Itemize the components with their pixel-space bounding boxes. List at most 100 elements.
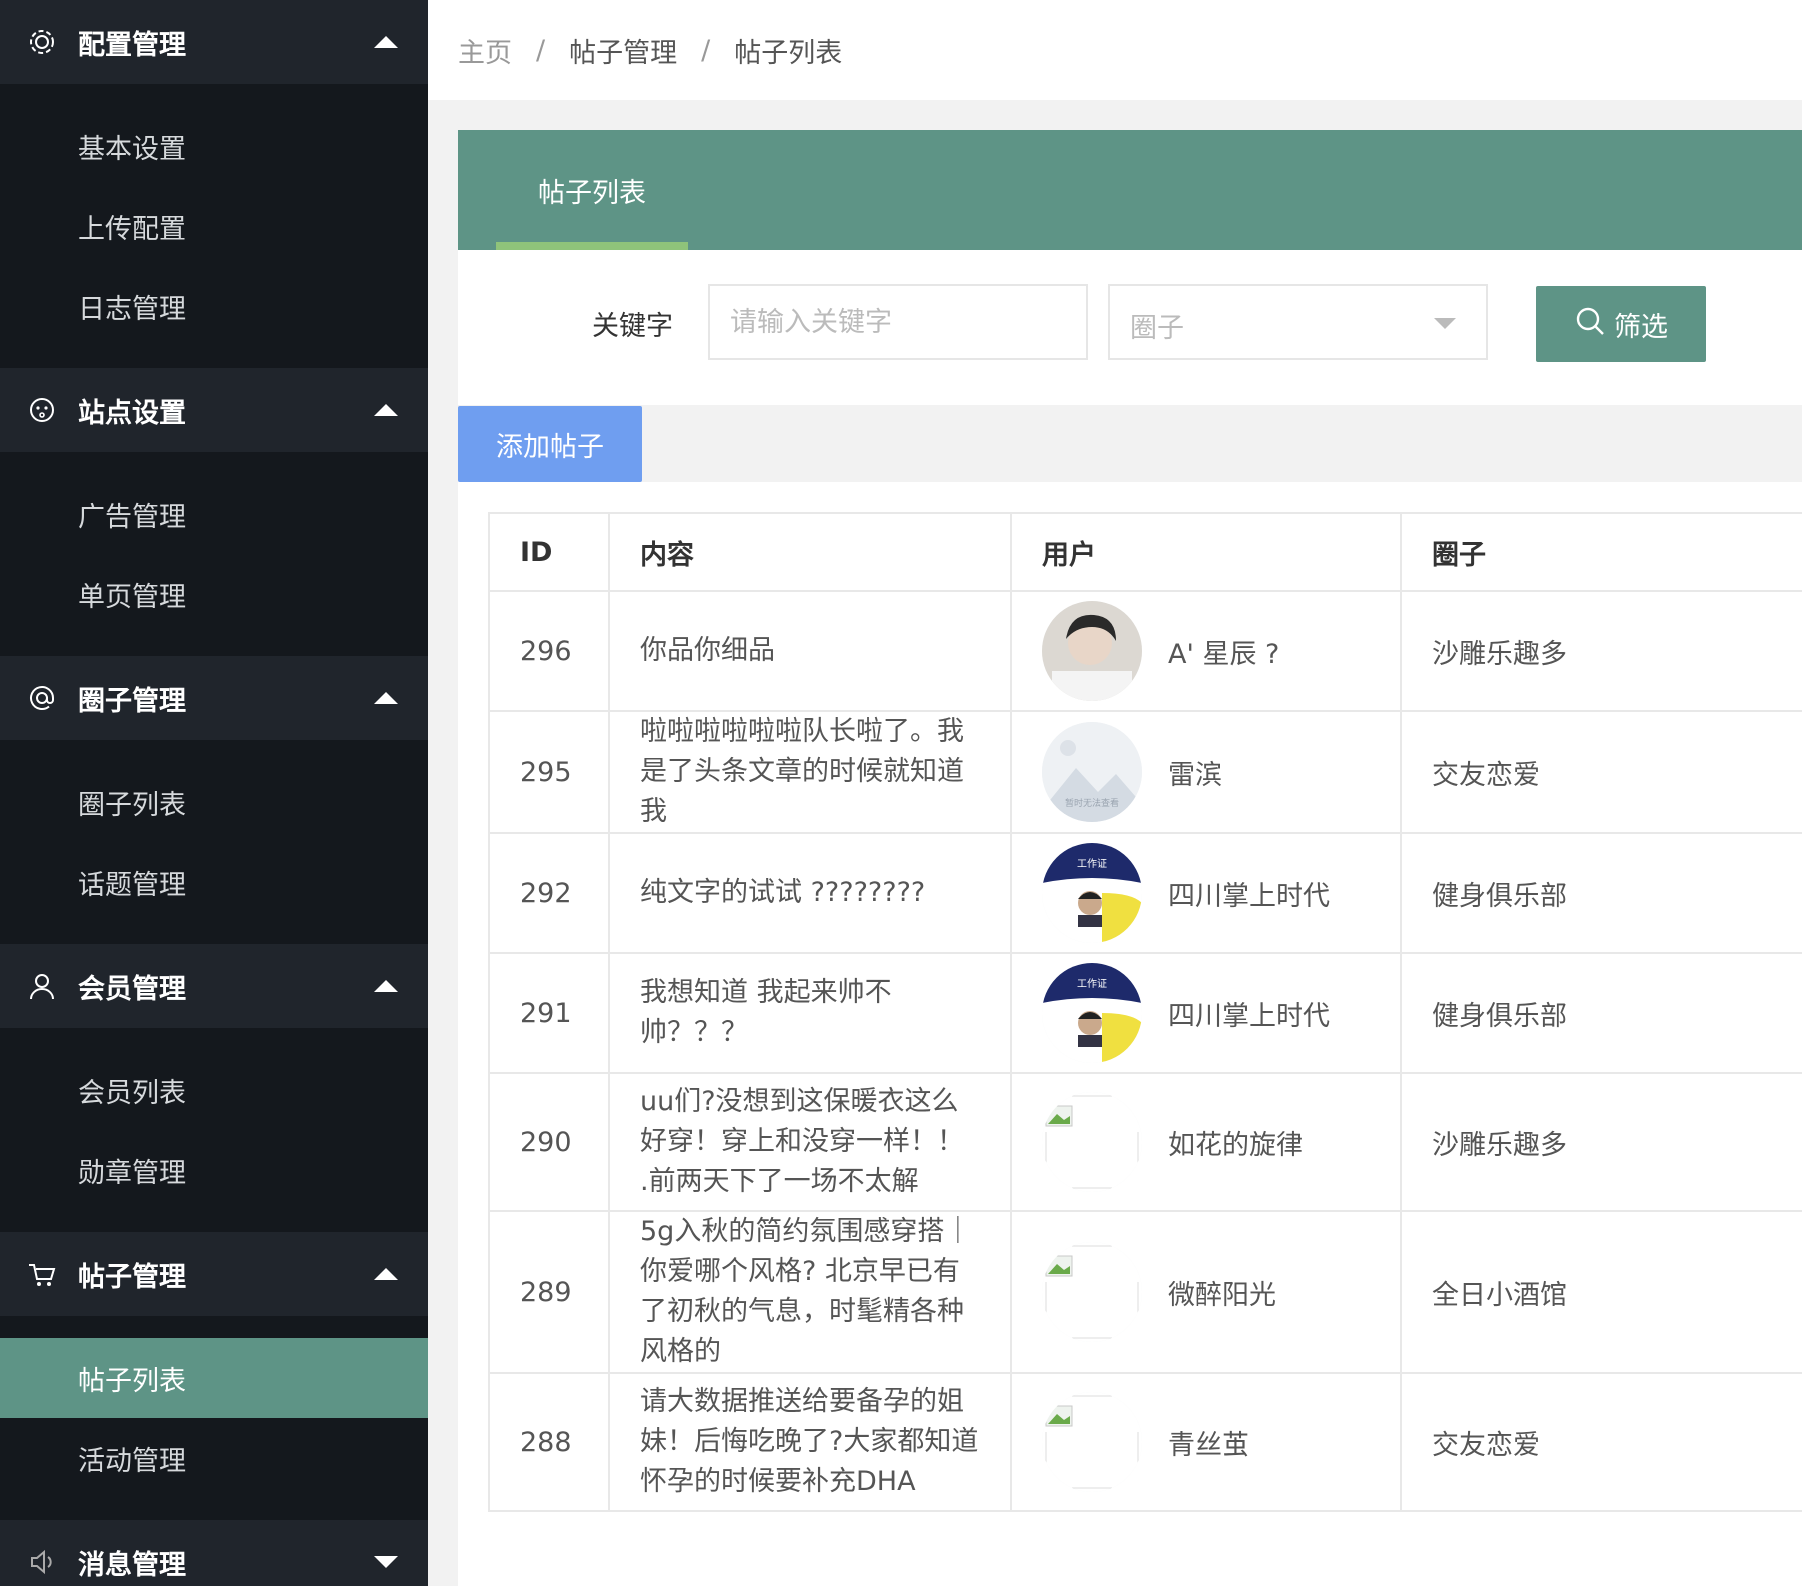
chevron-up-icon xyxy=(374,404,398,416)
chevron-up-icon xyxy=(374,692,398,704)
cart-icon xyxy=(26,1258,58,1290)
sidebar-group-title: 圈子管理 xyxy=(78,685,186,717)
avatar: 暂时无法查看 xyxy=(1042,722,1142,822)
cell-circle: 健身俱乐部 xyxy=(1400,832,1802,954)
breadcrumb-current: 帖子列表 xyxy=(734,37,843,69)
cell-content: 纯文字的试试 ???????? xyxy=(608,832,1012,954)
sidebar-group-body: 广告管理 单页管理 xyxy=(0,452,428,656)
sidebar-item-ad-management[interactable]: 广告管理 xyxy=(0,474,428,554)
table-row: 292 纯文字的试试 ???????? 工作证四川掌上时代 健身俱乐部 xyxy=(488,832,1802,954)
sidebar-item-upload-config[interactable]: 上传配置 xyxy=(0,186,428,266)
cell-circle: 沙雕乐趣多 xyxy=(1400,1072,1802,1212)
cell-user: A' 星辰 ? xyxy=(1010,590,1402,712)
chevron-up-icon xyxy=(374,1268,398,1280)
sidebar-group-title: 站点设置 xyxy=(78,397,186,429)
avatar-caption: 工作证 xyxy=(1077,978,1107,990)
filter-bar: 关键字 圈子 筛选 xyxy=(458,250,1802,405)
sidebar-group-post[interactable]: 帖子管理 xyxy=(0,1232,428,1316)
face-icon xyxy=(26,394,58,426)
sidebar-group-site[interactable]: 站点设置 xyxy=(0,368,428,452)
breadcrumb-separator: / xyxy=(536,34,546,66)
avatar: 工作证 xyxy=(1042,963,1142,1063)
circle-select-placeholder: 圈子 xyxy=(1130,313,1184,344)
cell-id: 295 xyxy=(488,710,610,834)
sidebar-group-title: 会员管理 xyxy=(78,973,186,1005)
cell-user: 如花的旋律 xyxy=(1010,1072,1402,1212)
sidebar-group-member[interactable]: 会员管理 xyxy=(0,944,428,1028)
chevron-up-icon xyxy=(374,36,398,48)
cell-user: 青丝茧 xyxy=(1010,1372,1402,1512)
post-content-text: 我想知道 我起来帅不帅？？？ xyxy=(640,977,892,1048)
user-name: 微醉阳光 xyxy=(1168,1279,1276,1311)
cell-user: 微醉阳光 xyxy=(1010,1210,1402,1374)
user-icon xyxy=(26,970,58,1002)
cell-circle: 交友恋爱 xyxy=(1400,1372,1802,1512)
sidebar-item-activity-management[interactable]: 活动管理 xyxy=(0,1418,428,1498)
cell-circle: 健身俱乐部 xyxy=(1400,952,1802,1074)
cell-id: 291 xyxy=(488,952,610,1074)
avatar xyxy=(1042,1092,1142,1192)
user-name: 四川掌上时代 xyxy=(1168,880,1330,912)
sidebar-group-body: 会员列表 勋章管理 xyxy=(0,1028,428,1232)
sidebar-group-circle[interactable]: 圈子管理 xyxy=(0,656,428,740)
at-icon xyxy=(26,682,58,714)
column-header-id: ID xyxy=(488,512,610,592)
user-name: A' 星辰 ? xyxy=(1168,638,1280,670)
sidebar-item-circle-list[interactable]: 圈子列表 xyxy=(0,762,428,842)
table-row: 289 5g入秋的简约氛围感穿搭｜你爱哪个风格? 北京早已有了初秋的气息，时髦精各… xyxy=(488,1210,1802,1374)
sidebar-group-title: 配置管理 xyxy=(78,29,186,61)
chevron-down-icon xyxy=(1434,318,1456,329)
panel-header: 帖子列表 xyxy=(458,130,1802,250)
user-name: 四川掌上时代 xyxy=(1168,1000,1330,1032)
add-post-button[interactable]: 添加帖子 xyxy=(458,406,642,482)
column-header-user: 用户 xyxy=(1010,512,1402,592)
sidebar-item-post-list[interactable]: 帖子列表 xyxy=(0,1338,428,1418)
post-table: ID 内容 用户 圈子 296 你品你细品 A' 星辰 ? 沙雕乐趣多 295 啦啦啦啦啦… xyxy=(488,512,1802,1512)
table-row: 291 我想知道 我起来帅不帅？？？ 工作证四川掌上时代 健身俱乐部 xyxy=(488,952,1802,1074)
cell-id: 296 xyxy=(488,590,610,712)
avatar-caption: 工作证 xyxy=(1077,858,1107,870)
breadcrumb-home[interactable]: 主页 xyxy=(458,31,512,70)
cell-id: 290 xyxy=(488,1072,610,1212)
filter-button-label: 筛选 xyxy=(1614,311,1668,343)
circle-select[interactable]: 圈子 xyxy=(1108,284,1488,360)
cell-content: 我想知道 我起来帅不帅？？？ xyxy=(608,952,1012,1074)
column-header-circle: 圈子 xyxy=(1400,512,1802,592)
keyword-input[interactable] xyxy=(708,284,1088,360)
sidebar-item-basic-settings[interactable]: 基本设置 xyxy=(0,106,428,186)
cell-id: 288 xyxy=(488,1372,610,1512)
gear-icon xyxy=(26,26,58,58)
sidebar-group-message[interactable]: 消息管理 xyxy=(0,1520,428,1586)
user-name: 青丝茧 xyxy=(1168,1429,1249,1461)
chevron-up-icon xyxy=(374,980,398,992)
post-content-text: 纯文字的试试 ???????? xyxy=(640,877,926,908)
user-name: 雷滨 xyxy=(1168,759,1222,791)
cell-content: 啦啦啦啦啦啦队长啦了。我是了头条文章的时候就知道我 xyxy=(608,710,1012,834)
post-content-text: 5g入秋的简约氛围感穿搭｜你爱哪个风格? 北京早已有了初秋的气息，时髦精各种风格… xyxy=(640,1216,972,1367)
table-row: 288 请大数据推送给要备孕的姐妹！后悔吃晚了?大家都知道怀孕的时候要补充DHA 青… xyxy=(488,1372,1802,1512)
cell-id: 292 xyxy=(488,832,610,954)
filter-button[interactable]: 筛选 xyxy=(1536,286,1706,362)
post-content-text: 啦啦啦啦啦啦队长啦了。我是了头条文章的时候就知道我 xyxy=(640,716,964,827)
sidebar-item-log-management[interactable]: 日志管理 xyxy=(0,266,428,346)
table-row: 295 啦啦啦啦啦啦队长啦了。我是了头条文章的时候就知道我 暂时无法查看 雷滨 交友恋爱 xyxy=(488,710,1802,834)
avatar xyxy=(1042,1392,1142,1492)
sidebar-item-medal-management[interactable]: 勋章管理 xyxy=(0,1130,428,1210)
sidebar-item-page-management[interactable]: 单页管理 xyxy=(0,554,428,634)
chevron-down-icon xyxy=(374,1556,398,1568)
breadcrumb: 主页 / 帖子管理 / 帖子列表 xyxy=(428,0,1802,100)
table-row: 290 uu们?没想到这保暖衣这么好穿！穿上和没穿一样！！ .前两天下了一场不太解… xyxy=(488,1072,1802,1212)
cell-content: 请大数据推送给要备孕的姐妹！后悔吃晚了?大家都知道怀孕的时候要补充DHA xyxy=(608,1372,1012,1512)
sidebar-group-config[interactable]: 配置管理 xyxy=(0,0,428,84)
breadcrumb-post-management[interactable]: 帖子管理 xyxy=(569,31,677,70)
cell-user: 暂时无法查看 雷滨 xyxy=(1010,710,1402,834)
avatar: 工作证 xyxy=(1042,843,1142,943)
tab-post-list[interactable]: 帖子列表 xyxy=(496,130,688,250)
sidebar: 配置管理 基本设置 上传配置 日志管理 站点设置 广告管理 单页管理 圈子管理 … xyxy=(0,0,428,1586)
avatar-caption: 暂时无法查看 xyxy=(1065,797,1119,809)
sidebar-item-topic-management[interactable]: 话题管理 xyxy=(0,842,428,922)
post-table-container: ID 内容 用户 圈子 296 你品你细品 A' 星辰 ? 沙雕乐趣多 295 啦啦啦啦啦… xyxy=(458,482,1802,1586)
sidebar-group-body: 帖子列表 活动管理 xyxy=(0,1316,428,1520)
sidebar-item-member-list[interactable]: 会员列表 xyxy=(0,1050,428,1130)
column-header-content: 内容 xyxy=(608,512,1012,592)
